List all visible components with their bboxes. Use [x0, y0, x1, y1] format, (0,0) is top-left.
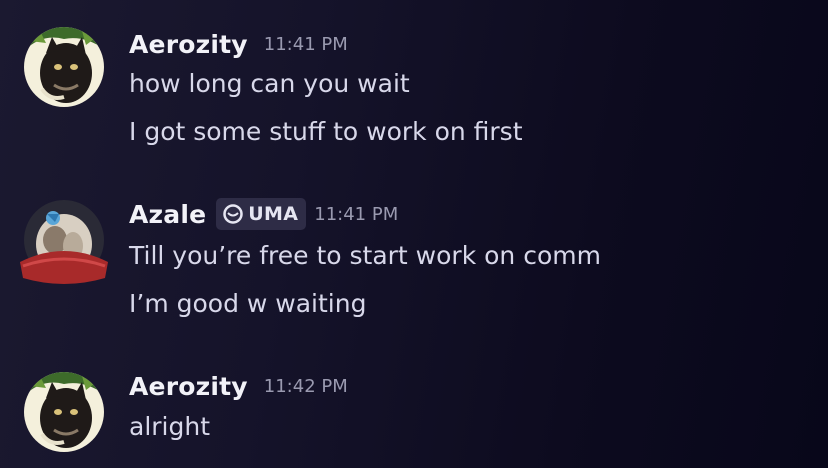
message-timestamp[interactable]: 11:42 PM — [264, 376, 348, 397]
cat-avatar-icon — [24, 27, 104, 107]
cat-avatar-icon — [20, 200, 108, 284]
message-header: Aerozity 11:41 PM — [129, 27, 348, 61]
guild-tag-icon — [223, 204, 244, 224]
message-header: Azale UMA 11:41 PM — [129, 197, 398, 231]
user-avatar[interactable] — [24, 27, 104, 107]
message-timestamp[interactable]: 11:41 PM — [314, 204, 398, 225]
user-avatar[interactable] — [24, 372, 104, 452]
message-group: Aerozity 11:42 PM alright — [0, 345, 828, 468]
message-group: Aerozity 11:41 PM how long can you wait … — [0, 0, 828, 170]
author-name[interactable]: Azale — [129, 200, 206, 229]
guild-tag[interactable]: UMA — [216, 198, 307, 230]
message-text: I got some stuff to work on first — [129, 117, 523, 146]
message-timestamp[interactable]: 11:41 PM — [264, 34, 348, 55]
message-text: Till you’re free to start work on comm — [129, 241, 601, 270]
message-text: alright — [129, 412, 211, 441]
message-group: Azale UMA 11:41 PM Till you’re free to s… — [0, 170, 828, 345]
guild-tag-label: UMA — [248, 203, 299, 225]
author-name[interactable]: Aerozity — [129, 372, 248, 401]
message-text: I’m good w waiting — [129, 289, 367, 318]
author-name[interactable]: Aerozity — [129, 30, 248, 59]
user-avatar[interactable] — [17, 200, 111, 284]
message-text: how long can you wait — [129, 69, 410, 98]
cat-avatar-icon — [24, 372, 104, 452]
message-header: Aerozity 11:42 PM — [129, 369, 348, 403]
